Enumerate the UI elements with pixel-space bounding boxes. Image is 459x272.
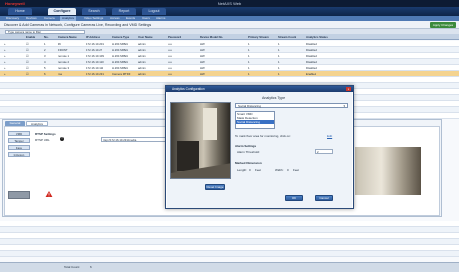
camera-scene-graphic [171, 108, 230, 178]
width-label: Width: [275, 168, 284, 172]
col-no[interactable]: No. [44, 34, 49, 40]
col-camera-name[interactable]: Camera Name [58, 34, 77, 40]
dialog-body: Analytics Type Social Distancing ▾ Smart… [167, 92, 352, 208]
col-analytics-status[interactable]: Analytics Status [306, 34, 328, 40]
empty-row [0, 251, 459, 257]
nav-tab-configure[interactable]: Configure [48, 8, 76, 15]
total-count-label: Total Count: [64, 265, 81, 269]
col-ip-address[interactable]: IP Address [86, 34, 100, 40]
window-title: NetAXS Web [217, 1, 242, 6]
alarm-threshold-label: Alarm Threshold: [237, 150, 260, 154]
alarm-threshold-input[interactable]: 2 [315, 149, 333, 154]
rtsp-url-field[interactable]: rtsp://172.16.10.231/media [101, 137, 169, 142]
reset-image-button[interactable]: Reset Image [205, 184, 225, 190]
info-bar: Discover & Add Cameras in Network, Confi… [0, 21, 459, 29]
nav-tab-search[interactable]: Search [82, 8, 106, 15]
ok-button[interactable]: OK [285, 195, 303, 201]
length-unit: Feet [255, 168, 262, 172]
col-enable[interactable]: Enable [26, 34, 35, 40]
warning-icon [45, 191, 53, 197]
nav-tab-logout[interactable]: Logout [142, 8, 166, 15]
marked-dimension-label: Marked Dimension [235, 161, 262, 165]
analytics-type-heading: Analytics Type [262, 96, 286, 100]
status-bar: Total Count: 6 [0, 262, 459, 272]
total-count-value: 6 [90, 265, 92, 269]
col-device-model[interactable]: Device Model No. [200, 34, 223, 40]
apply-changes-button[interactable]: Apply Changes [430, 22, 456, 28]
nav-tab-report[interactable]: Report [112, 8, 136, 15]
col-stream-count[interactable]: Stream Count [278, 34, 296, 40]
close-icon[interactable]: x [346, 87, 351, 91]
info-text: Discover & Add Cameras in Network, Confi… [4, 23, 152, 27]
help-icon[interactable]: ? [60, 137, 64, 141]
rtsp-url-label: RTSP URL [35, 138, 50, 142]
floor-area-hint: To mark floor area for monitoring, click… [235, 134, 291, 138]
side-button-face[interactable]: Face [8, 145, 30, 150]
col-user-name[interactable]: User Name [138, 34, 153, 40]
camera-view-image[interactable] [170, 102, 231, 179]
analytics-type-select[interactable]: Social Distancing ▾ [235, 103, 348, 108]
brand-logo: Honeywell [5, 1, 25, 6]
rtsp-settings-label: RTSP Settings [35, 132, 56, 136]
camera-preview-right [355, 147, 421, 195]
col-primary-stream[interactable]: Primary Stream [248, 34, 269, 40]
analytics-config-dialog: Analytics Configuration x Analytics Type… [165, 85, 354, 209]
preview-thumb-left [8, 191, 30, 199]
nav-tab-home[interactable]: Home [8, 8, 32, 15]
edit-area-link[interactable]: Edit [327, 134, 332, 138]
alarm-settings-label: Alarm Settings [235, 144, 257, 148]
side-button-vmd[interactable]: VMD [8, 131, 30, 136]
chevron-down-icon: ▾ [343, 104, 345, 108]
col-camera-type[interactable]: Camera Type [112, 34, 129, 40]
filter-input[interactable]: Type camera name to filter [5, 30, 85, 34]
window-titlebar: Honeywell NetAXS Web [0, 0, 459, 7]
side-button-tamper[interactable]: Tamper [8, 138, 30, 143]
cancel-button[interactable]: Cancel [315, 195, 333, 201]
length-value[interactable]: 0 [249, 168, 251, 172]
width-unit: Feet [293, 168, 300, 172]
option-social-distancing[interactable]: Social Distancing [236, 120, 274, 124]
analytics-type-options: Smart VMD Mask Detection Social Distanci… [235, 111, 275, 129]
main-nav: Home Configure Search Report Logout [0, 7, 459, 16]
col-password[interactable]: Password [168, 34, 181, 40]
width-value[interactable]: 0 [287, 168, 289, 172]
length-label: Length: [237, 168, 248, 172]
analytics-type-value: Social Distancing [238, 104, 262, 108]
grid-header: Enable No. Camera Name IP Address Camera… [0, 34, 459, 40]
side-button-intrusion[interactable]: Intrusion [8, 152, 30, 157]
